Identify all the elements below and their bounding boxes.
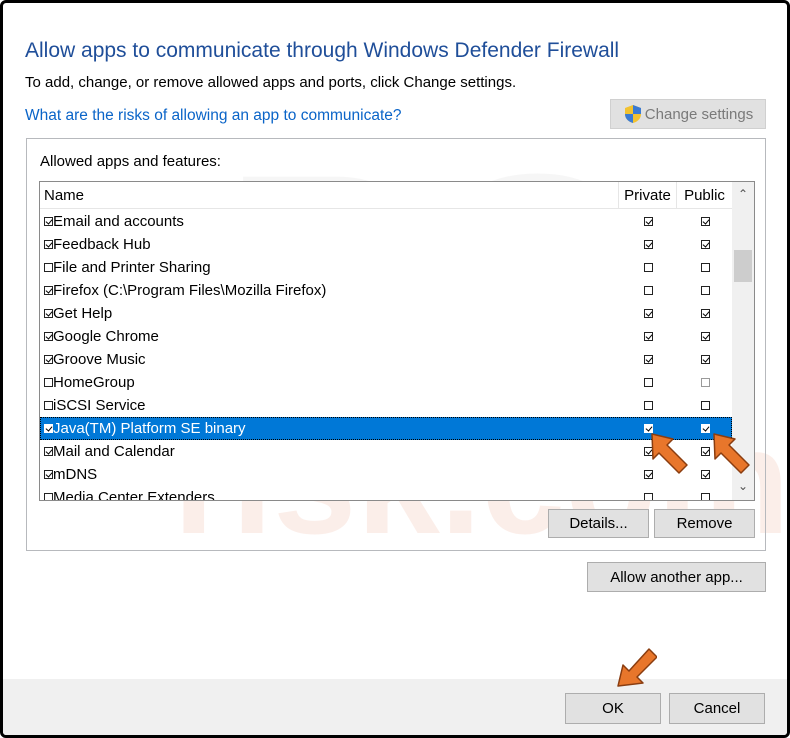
app-row[interactable]: mDNS: [40, 463, 732, 486]
app-name-label: Get Help: [53, 305, 113, 322]
app-row[interactable]: Firefox (C:\Program Files\Mozilla Firefo…: [40, 279, 732, 302]
change-settings-button[interactable]: Change settings: [610, 99, 766, 129]
app-name-label: HomeGroup: [53, 374, 135, 391]
app-enabled-checkbox[interactable]: [44, 401, 53, 410]
uac-shield-icon: [624, 105, 641, 123]
app-enabled-checkbox[interactable]: [44, 470, 53, 479]
private-checkbox[interactable]: [644, 401, 653, 410]
private-checkbox[interactable]: [644, 493, 653, 500]
private-checkbox[interactable]: [644, 286, 653, 295]
private-checkbox[interactable]: [644, 470, 653, 479]
private-checkbox[interactable]: [644, 424, 653, 433]
ok-button[interactable]: OK: [565, 693, 661, 724]
public-checkbox[interactable]: [701, 263, 710, 272]
app-enabled-checkbox[interactable]: [44, 355, 53, 364]
public-checkbox[interactable]: [701, 401, 710, 410]
app-enabled-checkbox[interactable]: [44, 424, 53, 433]
scroll-down-icon[interactable]: ⌄: [732, 476, 754, 496]
app-name-label: File and Printer Sharing: [53, 259, 211, 276]
app-row[interactable]: Media Center Extenders: [40, 486, 732, 501]
private-checkbox[interactable]: [644, 378, 653, 387]
private-checkbox[interactable]: [644, 217, 653, 226]
allowed-apps-list[interactable]: Name Private Public Email and accounts Fe…: [39, 181, 755, 501]
app-name-label: Email and accounts: [53, 213, 184, 230]
app-enabled-checkbox[interactable]: [44, 286, 53, 295]
dialog-subtitle: To add, change, or remove allowed apps a…: [25, 74, 517, 91]
app-row[interactable]: Java(TM) Platform SE binary: [40, 417, 732, 440]
public-checkbox[interactable]: [701, 470, 710, 479]
public-checkbox[interactable]: [701, 217, 710, 226]
list-header: Name Private Public: [40, 182, 732, 209]
private-checkbox[interactable]: [644, 355, 653, 364]
app-row[interactable]: Get Help: [40, 302, 732, 325]
scroll-up-icon[interactable]: ⌃: [732, 184, 754, 204]
app-row[interactable]: Groove Music: [40, 348, 732, 371]
scroll-thumb[interactable]: [734, 250, 752, 282]
app-name-label: Mail and Calendar: [53, 443, 175, 460]
app-row[interactable]: Google Chrome: [40, 325, 732, 348]
app-row[interactable]: Feedback Hub: [40, 233, 732, 256]
list-scrollbar[interactable]: ⌃ ⌄: [732, 182, 754, 500]
risks-link[interactable]: What are the risks of allowing an app to…: [25, 107, 402, 125]
public-checkbox[interactable]: [701, 447, 710, 456]
app-enabled-checkbox[interactable]: [44, 447, 53, 456]
app-row[interactable]: iSCSI Service: [40, 394, 732, 417]
app-enabled-checkbox[interactable]: [44, 263, 53, 272]
change-settings-label: Change settings: [644, 105, 754, 123]
app-name-label: Google Chrome: [53, 328, 159, 345]
app-name-label: Firefox (C:\Program Files\Mozilla Firefo…: [53, 282, 327, 299]
remove-button[interactable]: Remove: [654, 509, 755, 538]
public-checkbox[interactable]: [701, 286, 710, 295]
details-button[interactable]: Details...: [548, 509, 649, 538]
app-enabled-checkbox[interactable]: [44, 378, 53, 387]
app-name-label: Media Center Extenders: [53, 489, 215, 501]
allowed-apps-label: Allowed apps and features:: [40, 153, 221, 170]
app-name-label: mDNS: [53, 466, 98, 483]
app-name-label: iSCSI Service: [53, 397, 146, 414]
app-enabled-checkbox[interactable]: [44, 493, 53, 500]
app-row[interactable]: HomeGroup: [40, 371, 732, 394]
app-name-label: Java(TM) Platform SE binary: [53, 420, 246, 437]
public-checkbox[interactable]: [701, 355, 710, 364]
column-name-header[interactable]: Name: [44, 187, 84, 204]
allow-another-app-button[interactable]: Allow another app...: [587, 562, 766, 592]
public-checkbox[interactable]: [701, 240, 710, 249]
app-row[interactable]: File and Printer Sharing: [40, 256, 732, 279]
dialog-title: Allow apps to communicate through Window…: [25, 39, 620, 62]
app-name-label: Feedback Hub: [53, 236, 151, 253]
private-checkbox[interactable]: [644, 332, 653, 341]
app-enabled-checkbox[interactable]: [44, 240, 53, 249]
private-checkbox[interactable]: [644, 309, 653, 318]
firewall-dialog: PC risk.com Allow apps to communicate th…: [0, 0, 790, 738]
public-checkbox[interactable]: [701, 378, 710, 387]
allowed-apps-group: Allowed apps and features: Name Private …: [26, 138, 766, 551]
column-public-header[interactable]: Public: [676, 182, 732, 209]
private-checkbox[interactable]: [644, 240, 653, 249]
public-checkbox[interactable]: [701, 493, 710, 500]
private-checkbox[interactable]: [644, 447, 653, 456]
public-checkbox[interactable]: [701, 424, 710, 433]
app-enabled-checkbox[interactable]: [44, 309, 53, 318]
app-enabled-checkbox[interactable]: [44, 217, 53, 226]
public-checkbox[interactable]: [701, 309, 710, 318]
app-name-label: Groove Music: [53, 351, 146, 368]
app-row[interactable]: Mail and Calendar: [40, 440, 732, 463]
cancel-button[interactable]: Cancel: [669, 693, 765, 724]
app-enabled-checkbox[interactable]: [44, 332, 53, 341]
app-row[interactable]: Email and accounts: [40, 210, 732, 233]
public-checkbox[interactable]: [701, 332, 710, 341]
column-private-header[interactable]: Private: [618, 182, 676, 209]
private-checkbox[interactable]: [644, 263, 653, 272]
